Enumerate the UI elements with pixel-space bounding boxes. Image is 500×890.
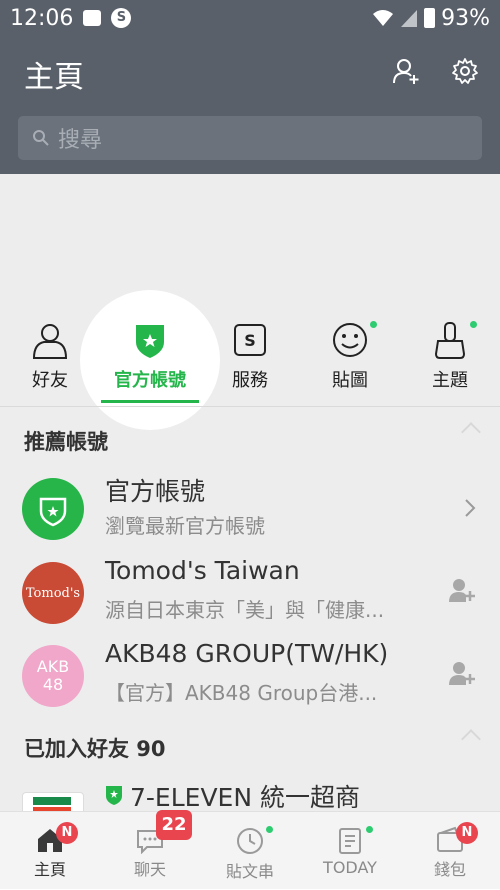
account-subtitle: 源自日本東京「美」與「健康... [105, 598, 385, 622]
account-name: AKB48 GROUP(TW/HK) [105, 639, 389, 668]
gallery-notification-icon [83, 10, 102, 26]
add-friend-icon[interactable] [448, 576, 476, 604]
nav-today[interactable]: TODAY [300, 812, 400, 890]
unread-count-badge: 22 [156, 810, 192, 840]
friends-section-title: 已加入好友 90 [24, 737, 166, 761]
category-tabs: 好友 官方帳號 S 服務 貼圖 主題 [0, 318, 500, 408]
active-tab-indicator [101, 400, 199, 403]
account-subtitle: 【官方】AKB48 Group台港... [105, 681, 378, 705]
tab-label: 服務 [232, 370, 268, 391]
account-subtitle: 瀏覽最新官方帳號 [105, 514, 265, 538]
new-dot [366, 826, 373, 833]
person-icon [32, 324, 68, 359]
recommended-section-title: 推薦帳號 [24, 430, 108, 454]
nav-label: TODAY [323, 858, 377, 877]
nav-label: 主頁 [33, 860, 66, 879]
verified-shield-icon [106, 786, 122, 805]
page-title: 主頁 [24, 60, 84, 95]
clock-icon [237, 828, 263, 854]
tab-themes[interactable]: 主題 [400, 318, 500, 408]
settings-gear-icon[interactable] [450, 56, 480, 86]
status-time: 12:06 [10, 5, 74, 31]
shield-icon [39, 497, 67, 527]
nav-chats[interactable]: 聊天 22 [100, 810, 200, 890]
smiley-icon [333, 323, 367, 357]
service-s-glyph: S [244, 331, 256, 350]
notification-badge: N [56, 822, 78, 844]
tomods-logo: Tomod's [25, 585, 81, 601]
nav-home[interactable]: 主頁 N [0, 812, 100, 890]
tab-label: 好友 [32, 370, 68, 391]
avatar [22, 792, 84, 812]
brush-icon [434, 322, 466, 359]
nav-timeline[interactable]: 貼文串 [200, 812, 300, 890]
nav-wallet[interactable]: 錢包 N [400, 812, 500, 890]
account-name: 7-ELEVEN 統一超商 [130, 783, 360, 812]
status-bar: 12:06 S 93% [0, 0, 500, 36]
tab-services[interactable]: S 服務 [200, 318, 300, 408]
battery-icon [424, 8, 436, 28]
search-input[interactable]: 搜尋 [18, 116, 482, 160]
tabs-divider [0, 406, 500, 407]
account-name: Tomod's Taiwan [105, 556, 300, 585]
service-s-icon: S [234, 324, 266, 356]
add-friend-icon[interactable] [448, 659, 476, 687]
list-item-7eleven[interactable]: 7-ELEVEN 統一超商 [0, 778, 500, 812]
notification-badge: N [456, 822, 478, 844]
tab-friends[interactable]: 好友 [0, 318, 100, 408]
tab-label: 官方帳號 [114, 370, 186, 391]
battery-level: 93% [441, 5, 490, 31]
tab-label: 貼圖 [332, 370, 368, 391]
news-icon [339, 828, 361, 854]
home-header: 主頁 搜尋 [0, 36, 500, 174]
search-placeholder: 搜尋 [58, 128, 103, 153]
nav-label: 貼文串 [225, 862, 274, 881]
new-dot [266, 826, 273, 833]
tab-stickers[interactable]: 貼圖 [300, 318, 400, 408]
shield-star-icon [136, 325, 164, 358]
bottom-nav: 主頁 N 聊天 22 貼文串 TODAY 錢包 N [0, 810, 500, 890]
s-notification-icon: S [111, 8, 132, 28]
list-item-akb48[interactable]: AKB 48 AKB48 GROUP(TW/HK) 【官方】AKB48 Grou… [0, 637, 500, 721]
akb48-logo: AKB 48 [36, 657, 70, 694]
tab-label: 主題 [432, 370, 468, 391]
add-friend-icon[interactable] [392, 56, 422, 86]
chevron-right-icon[interactable] [464, 498, 476, 518]
list-item-official-accounts[interactable]: 官方帳號 瀏覽最新官方帳號 [0, 470, 500, 554]
avatar [22, 478, 84, 540]
avatar: Tomod's [22, 562, 84, 624]
new-dot [470, 321, 477, 328]
new-dot [370, 321, 377, 328]
list-item-tomods[interactable]: Tomod's Tomod's Taiwan 源自日本東京「美」與「健康... [0, 554, 500, 638]
signal-icon [401, 10, 418, 27]
nav-label: 聊天 [133, 860, 166, 879]
search-icon [33, 130, 49, 146]
account-name: 官方帳號 [105, 477, 206, 506]
wifi-icon [373, 10, 394, 26]
nav-label: 錢包 [433, 860, 466, 879]
tab-official-accounts[interactable]: 官方帳號 [100, 318, 200, 408]
avatar: AKB 48 [22, 645, 84, 707]
